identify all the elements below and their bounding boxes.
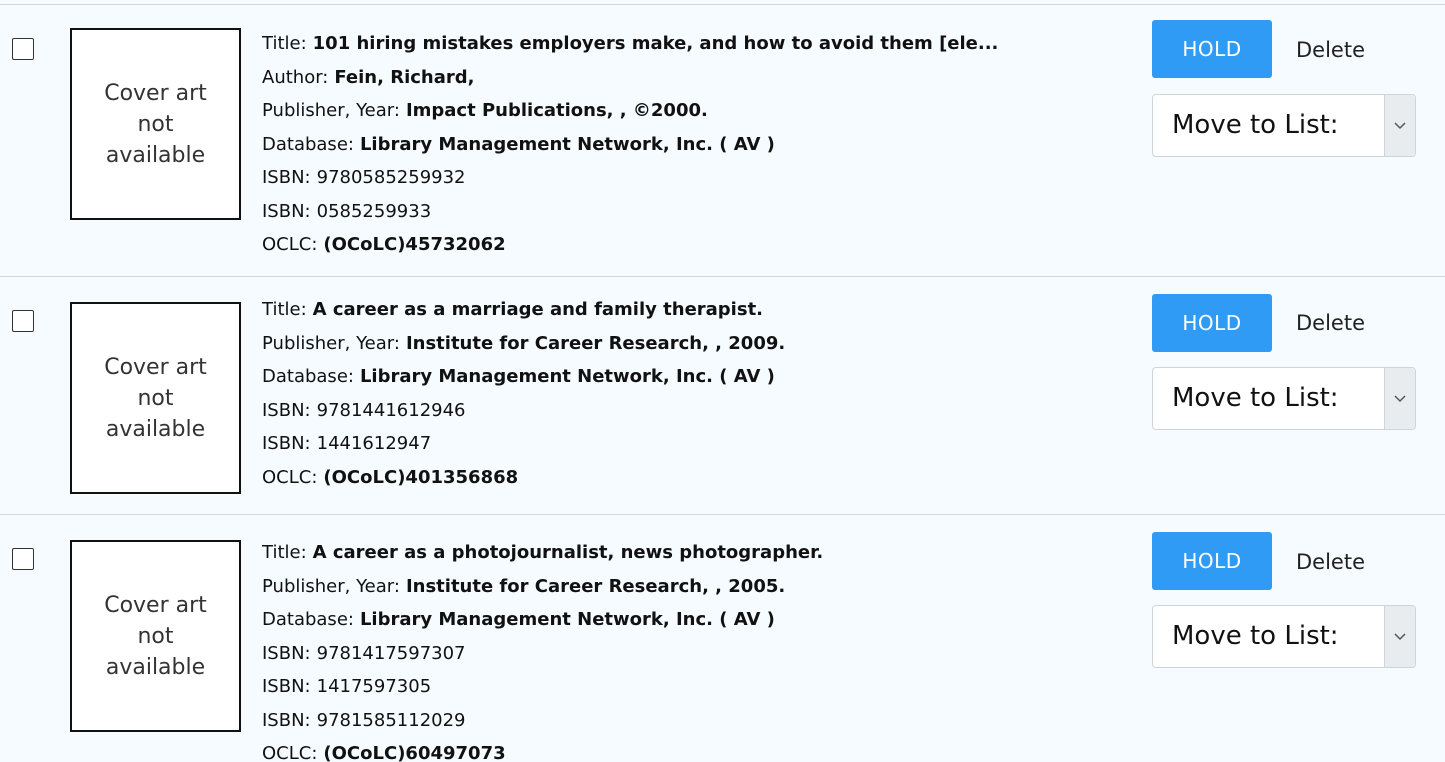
field-label: Database:: [262, 366, 354, 387]
field-value: Library Management Network, Inc. ( AV ): [359, 133, 775, 155]
chevron-down-icon: [1384, 95, 1415, 156]
field-value: Institute for Career Research, , 2009.: [405, 332, 786, 354]
record-details: Title: 101 hiring mistakes employers make…: [262, 27, 1122, 262]
field-label: Title:: [262, 299, 307, 320]
field-label: OCLC:: [262, 466, 318, 488]
field-value: 0585259933: [316, 200, 432, 222]
field-label: ISBN:: [262, 676, 311, 697]
field-value: (OCoLC)45732062: [323, 234, 506, 255]
move-to-list-label: Move to List:: [1172, 621, 1339, 651]
publisher-field: Publisher, Year: Impact Publications, , ©…: [262, 94, 1122, 128]
record-details: Title: A career as a photojournalist, new…: [262, 536, 1122, 762]
field-label: ISBN:: [262, 433, 311, 454]
field-value: Impact Publications, , ©2000.: [405, 100, 708, 121]
field-value: 9781441612946: [316, 399, 466, 421]
chevron-down-icon: [1384, 368, 1415, 429]
chevron-down-icon: [1384, 606, 1415, 667]
title-link[interactable]: A career as a marriage and family therap…: [313, 299, 763, 320]
field-label: Author:: [262, 66, 329, 88]
isbn-field: ISBN: 1417597305: [262, 670, 1122, 704]
field-value: Fein, Richard,: [334, 66, 475, 88]
database-field: Database: Library Management Network, Inc…: [262, 128, 1122, 162]
move-to-list-label: Move to List:: [1172, 383, 1339, 413]
field-label: ISBN:: [262, 709, 311, 731]
delete-link[interactable]: Delete: [1296, 550, 1365, 574]
cover-art-text: Cover art not available: [104, 592, 207, 680]
field-label: ISBN:: [262, 167, 311, 188]
move-to-list-select[interactable]: Move to List:: [1152, 605, 1416, 668]
field-value: Library Management Network, Inc. ( AV ): [359, 366, 775, 387]
title-field: Title: 101 hiring mistakes employers make…: [262, 27, 1122, 61]
hold-button[interactable]: HOLD: [1152, 20, 1272, 78]
field-label: ISBN:: [262, 642, 311, 664]
field-value: 9781417597307: [316, 642, 466, 664]
isbn-field: ISBN: 9780585259932: [262, 161, 1122, 195]
field-value: 1441612947: [316, 433, 432, 454]
record-item: Cover art not available Title: A career a…: [0, 276, 1445, 514]
field-label: Title:: [262, 33, 307, 54]
move-to-list-select[interactable]: Move to List:: [1152, 367, 1416, 430]
title-link[interactable]: A career as a photojournalist, news phot…: [313, 542, 824, 563]
cover-art-placeholder: Cover art not available: [70, 540, 241, 732]
database-field: Database: Library Management Network, Inc…: [262, 603, 1122, 637]
delete-link[interactable]: Delete: [1296, 38, 1365, 62]
field-label: Publisher, Year:: [262, 100, 400, 121]
cover-art-placeholder: Cover art not available: [70, 302, 241, 494]
oclc-field: OCLC: (OCoLC)45732062: [262, 228, 1122, 262]
field-label: Database:: [262, 133, 354, 155]
record-select-checkbox[interactable]: [12, 38, 34, 60]
oclc-field: OCLC: (OCoLC)401356868: [262, 461, 1122, 495]
hold-button[interactable]: HOLD: [1152, 294, 1272, 352]
field-label: ISBN:: [262, 200, 311, 222]
field-value: 1417597305: [316, 676, 432, 697]
field-value: (OCoLC)60497073: [323, 743, 506, 762]
title-field: Title: A career as a photojournalist, new…: [262, 536, 1122, 570]
move-to-list-label: Move to List:: [1172, 110, 1339, 140]
publisher-field: Publisher, Year: Institute for Career Res…: [262, 327, 1122, 361]
cover-art-placeholder: Cover art not available: [70, 28, 241, 220]
isbn-field: ISBN: 9781417597307: [262, 637, 1122, 671]
field-label: Publisher, Year:: [262, 575, 400, 597]
field-label: ISBN:: [262, 399, 311, 421]
isbn-field: ISBN: 9781441612946: [262, 394, 1122, 428]
title-link[interactable]: 101 hiring mistakes employers make, and …: [313, 33, 999, 54]
isbn-field: ISBN: 9781585112029: [262, 704, 1122, 738]
field-label: OCLC:: [262, 743, 318, 762]
field-label: OCLC:: [262, 234, 318, 255]
title-field: Title: A career as a marriage and family …: [262, 293, 1122, 327]
field-label: Database:: [262, 609, 354, 630]
publisher-field: Publisher, Year: Institute for Career Res…: [262, 570, 1122, 604]
delete-link[interactable]: Delete: [1296, 311, 1365, 335]
field-value: (OCoLC)401356868: [323, 466, 519, 488]
hold-button[interactable]: HOLD: [1152, 532, 1272, 590]
field-label: Publisher, Year:: [262, 332, 400, 354]
database-field: Database: Library Management Network, Inc…: [262, 360, 1122, 394]
isbn-field: ISBN: 0585259933: [262, 195, 1122, 229]
record-item: Cover art not available Title: A career a…: [0, 514, 1445, 762]
record-item: Cover art not available Title: 101 hiring…: [0, 4, 1445, 276]
cover-art-text: Cover art not available: [104, 354, 207, 442]
cover-art-text: Cover art not available: [104, 80, 207, 168]
field-value: Institute for Career Research, , 2005.: [405, 575, 786, 597]
field-value: 9781585112029: [316, 709, 466, 731]
isbn-field: ISBN: 1441612947: [262, 427, 1122, 461]
move-to-list-select[interactable]: Move to List:: [1152, 94, 1416, 157]
record-select-checkbox[interactable]: [12, 310, 34, 332]
record-select-checkbox[interactable]: [12, 548, 34, 570]
field-value: Library Management Network, Inc. ( AV ): [359, 609, 775, 630]
author-field: Author: Fein, Richard,: [262, 61, 1122, 95]
oclc-field: OCLC: (OCoLC)60497073: [262, 737, 1122, 762]
record-details: Title: A career as a marriage and family …: [262, 293, 1122, 494]
saved-records-list: Cover art not available Title: 101 hiring…: [0, 0, 1445, 762]
field-label: Title:: [262, 542, 307, 563]
field-value: 9780585259932: [316, 167, 466, 188]
